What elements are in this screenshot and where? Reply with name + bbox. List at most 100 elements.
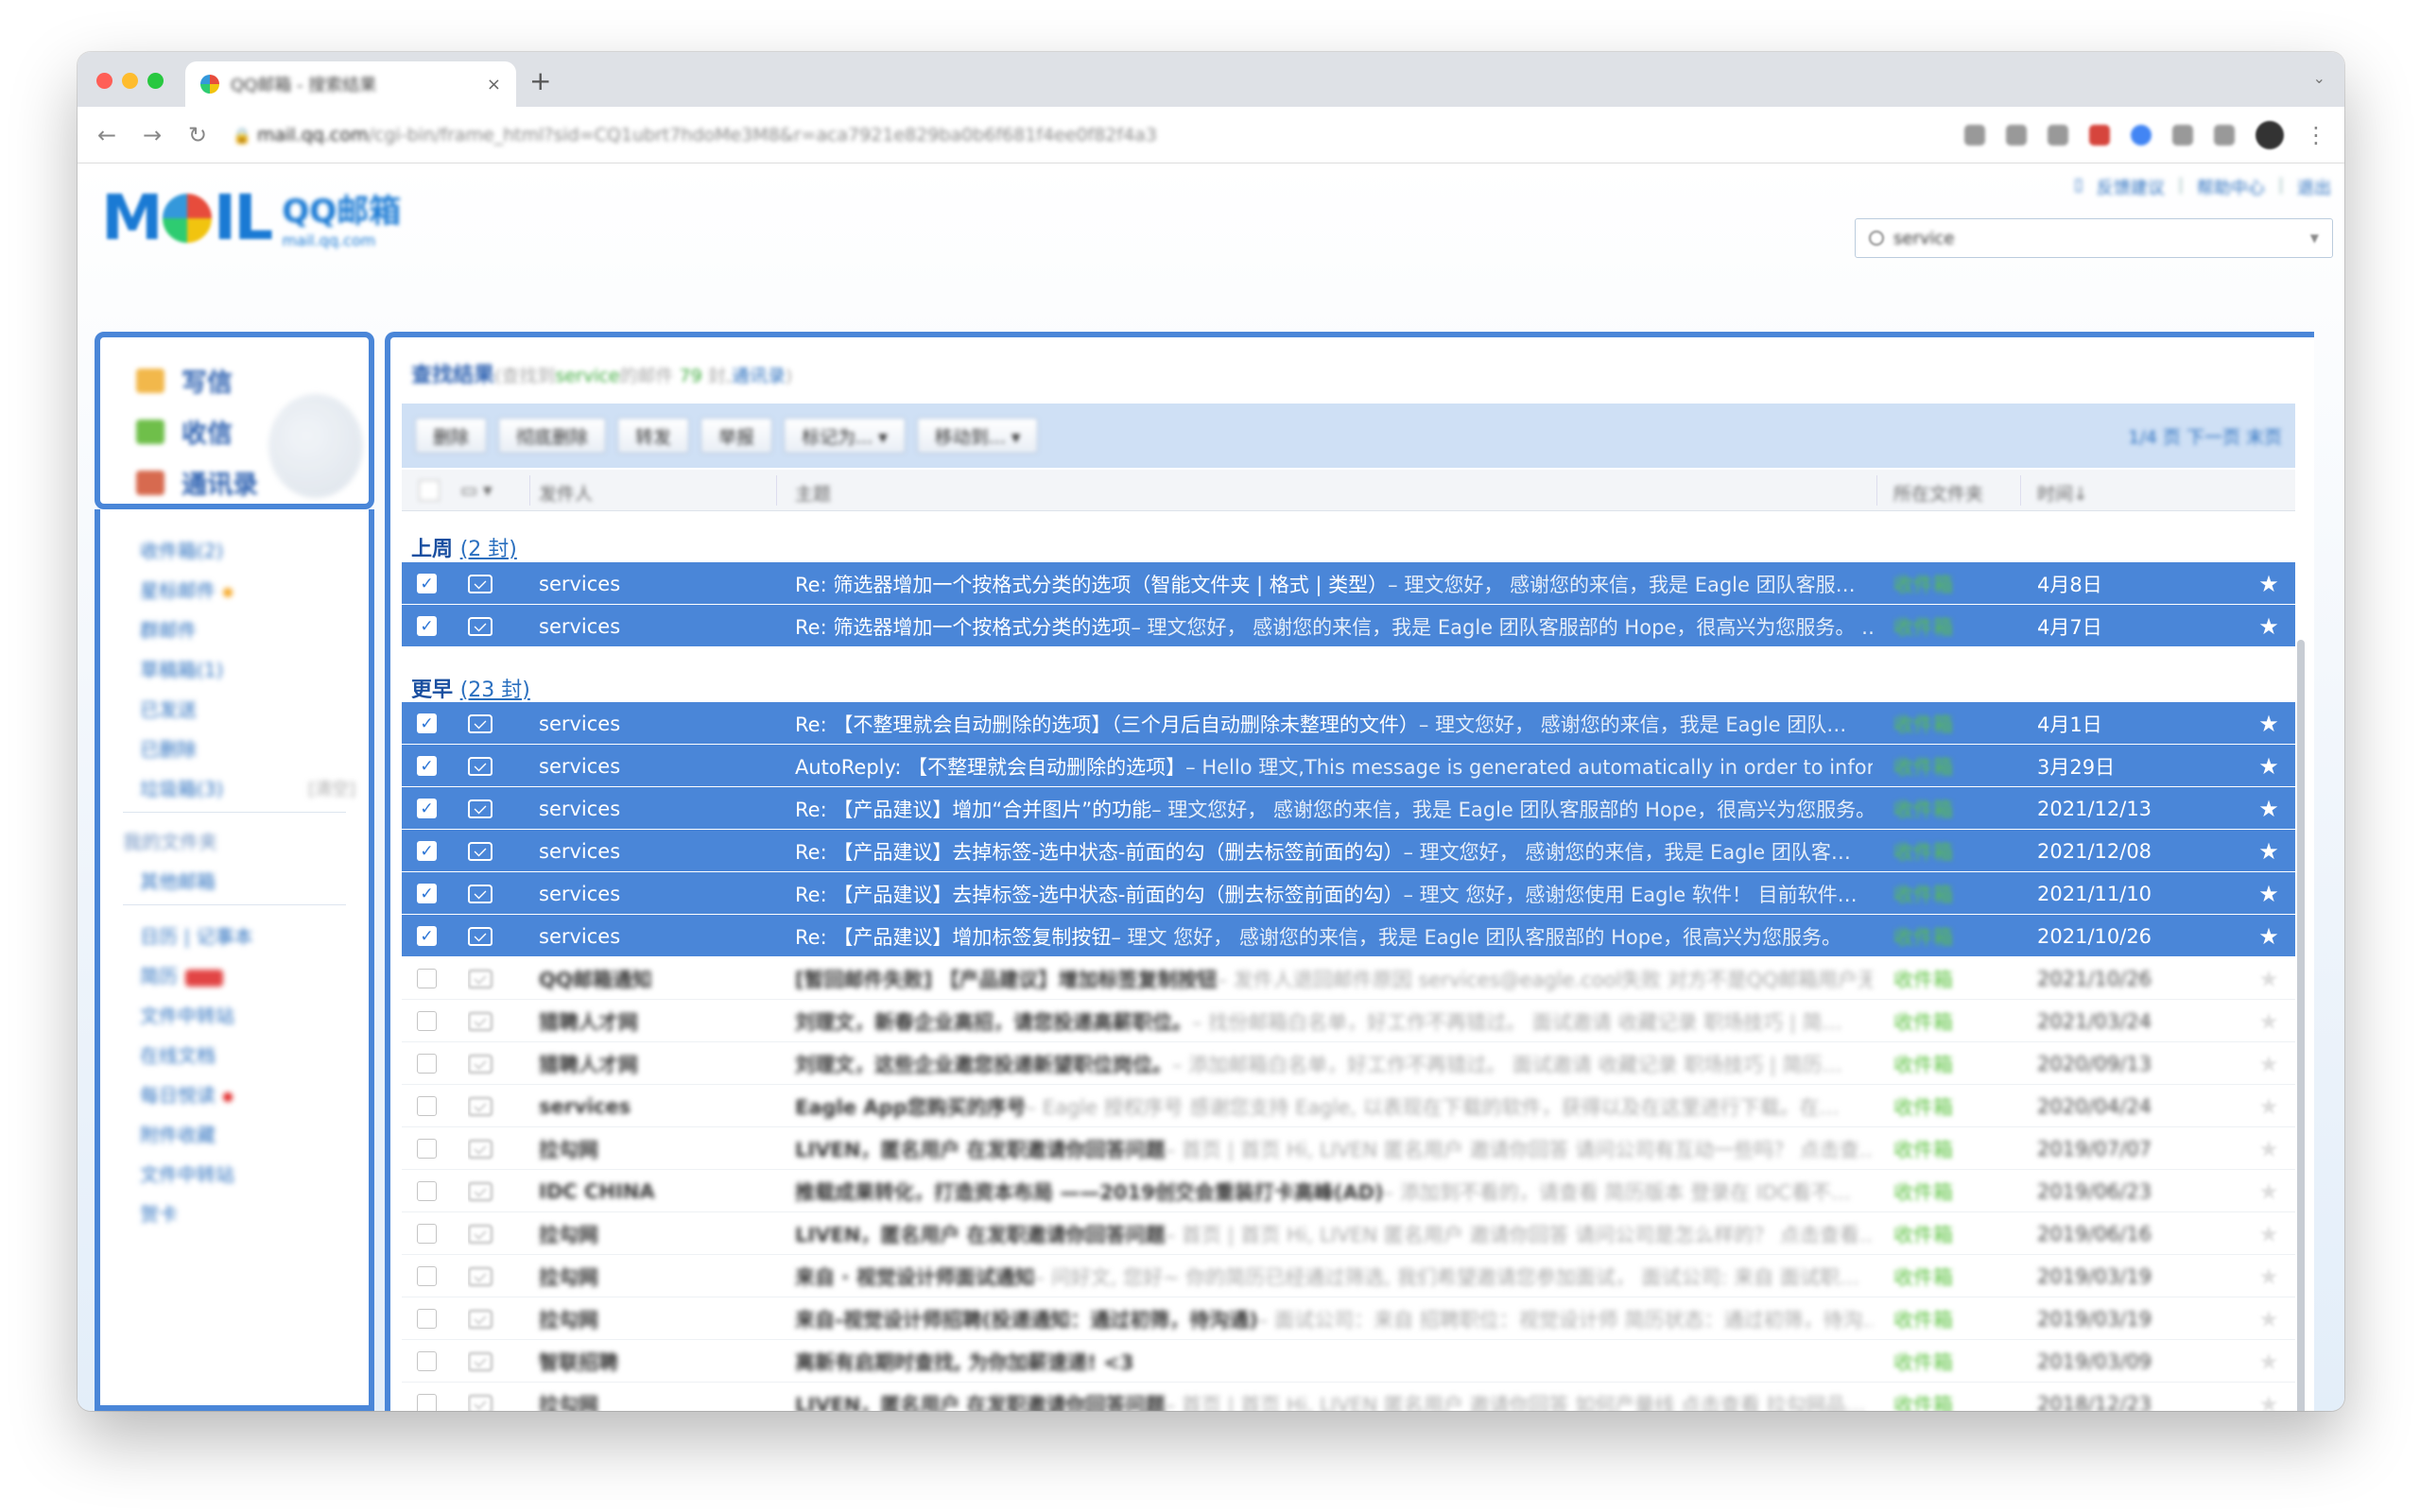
table-row[interactable]: 拉勾网 来自 · 视觉设计师面试通知 – 问好文, 您好~ 你的简历已经通过筛选,…: [402, 1255, 2295, 1297]
sender-cell[interactable]: QQ邮箱通知: [539, 957, 766, 1000]
star-icon[interactable]: ★: [2255, 1085, 2283, 1127]
star-icon[interactable]: ★: [2255, 1000, 2283, 1042]
row-checkbox[interactable]: [417, 1340, 441, 1383]
row-checkbox[interactable]: ✓: [417, 605, 441, 647]
sidebar-item-calendar[interactable]: 日历 | 记事本: [140, 921, 252, 949]
subject-cell[interactable]: 离新有启期时查找, 为你加薪速递! <3: [795, 1340, 1873, 1383]
search-input[interactable]: service ▼: [1855, 218, 2333, 258]
folder-cell[interactable]: 收件箱: [1893, 830, 1988, 872]
folder-cell[interactable]: 收件箱: [1893, 1127, 1988, 1170]
forward-button[interactable]: →: [142, 122, 163, 148]
folder-column-header[interactable]: 所在文件夹: [1893, 480, 1983, 506]
zoom-icon[interactable]: [1964, 124, 1985, 146]
table-row[interactable]: 拉勾网 LIVEN，匿名用户 在发职邀请你回答问题 – 首页 | 首页 Hi, L…: [402, 1383, 2295, 1411]
table-row[interactable]: ✓ services Re: 筛选器增加一个按格式分类的选项（智能文件夹 | 格式 …: [402, 562, 2295, 605]
table-row[interactable]: ✓ services Re: 【产品建议】增加标签复制按钮 – 理文 您好， 感谢您…: [402, 915, 2295, 957]
group-count-link[interactable]: (23 封): [460, 679, 530, 702]
table-row[interactable]: 猎聘人才网 刘理文，这些企业邀您投递新望职位岗位。 – 添加邮箱白名单，好工作不再…: [402, 1042, 2295, 1085]
row-checkbox[interactable]: [417, 1000, 441, 1042]
sidebar-item-resume[interactable]: 简历: [140, 961, 223, 988]
row-checkbox[interactable]: ✓: [417, 872, 441, 915]
folder-cell[interactable]: 收件箱: [1893, 745, 1988, 787]
sidebar-item-inbox[interactable]: 收件箱(2): [140, 536, 223, 563]
sender-cell[interactable]: IDC CHINA: [539, 1170, 766, 1212]
subject-cell[interactable]: LIVEN，匿名用户 在发职邀请你回答问题 – 首页 | 首页 Hi, LIVE…: [795, 1383, 1873, 1412]
help-link[interactable]: 帮助中心: [2197, 175, 2265, 199]
forward-button[interactable]: 转发: [617, 418, 690, 454]
row-checkbox[interactable]: [417, 1127, 441, 1170]
minimize-window-button[interactable]: [122, 73, 138, 89]
folder-cell[interactable]: 收件箱: [1893, 1297, 1988, 1340]
profile-avatar[interactable]: [2256, 120, 2284, 149]
logout-link[interactable]: 退出: [2297, 175, 2331, 199]
sender-cell[interactable]: services: [539, 787, 766, 830]
table-row[interactable]: IDC CHINA 推载成果转化，打造资本布局 ——2019创交会重装打卡高峰(A…: [402, 1170, 2295, 1212]
sender-cell[interactable]: services: [539, 1085, 766, 1127]
subject-cell[interactable]: 来自 · 视觉设计师面试通知 – 问好文, 您好~ 你的简历已经通过筛选, 我们…: [795, 1255, 1873, 1297]
bookmark-star-icon[interactable]: [2048, 124, 2068, 146]
table-row[interactable]: ✓ services Re: 【产品建议】去掉标签-选中状态-前面的勾（删去标签前面…: [402, 830, 2295, 872]
star-icon[interactable]: ★: [2255, 1212, 2283, 1255]
folder-cell[interactable]: 收件箱: [1893, 1085, 1988, 1127]
sidebar-item-drafts[interactable]: 草稿箱(1): [140, 655, 223, 682]
table-row[interactable]: ✓ services Re: 【不整理就会自动删除的选项】（三个月后自动删除未整理的…: [402, 702, 2295, 745]
sender-cell[interactable]: 拉勾网: [539, 1212, 766, 1255]
folder-cell[interactable]: 收件箱: [1893, 957, 1988, 1000]
row-checkbox[interactable]: ✓: [417, 745, 441, 787]
qq-mail-logo[interactable]: M IL QQ邮箱 mail.qq.com: [101, 181, 401, 254]
subject-cell[interactable]: 推载成果转化，打造资本布局 ——2019创交会重装打卡高峰(AD) – 添加到不…: [795, 1170, 1873, 1212]
table-row[interactable]: 猎聘人才网 刘理文，新春企业高招，请您投递高薪职位。 – 找份邮箱白名单，好工作不…: [402, 1000, 2295, 1042]
subject-cell[interactable]: 刘理文，新春企业高招，请您投递高薪职位。 – 找份邮箱白名单，好工作不再错过。 …: [795, 1000, 1873, 1042]
compose-button[interactable]: 写信: [136, 362, 233, 399]
sidebar-item-docs[interactable]: 在线文档: [140, 1040, 216, 1068]
subject-cell[interactable]: LIVEN，匿名用户 在发职邀请你回答问题 – 首页 | 首页 Hi, LIVE…: [795, 1127, 1873, 1170]
close-window-button[interactable]: [96, 73, 112, 89]
row-checkbox[interactable]: [417, 957, 441, 1000]
flags-column-header[interactable]: ▭ ▾: [460, 480, 493, 501]
sender-cell[interactable]: services: [539, 830, 766, 872]
move-to-dropdown[interactable]: 移动到... ▾: [916, 418, 1039, 454]
extensions-puzzle-icon[interactable]: [2172, 124, 2193, 146]
sender-cell[interactable]: services: [539, 745, 766, 787]
pagination[interactable]: 1/4 页 下一页 末页: [2128, 423, 2282, 449]
back-button[interactable]: ←: [96, 122, 117, 148]
contacts-button[interactable]: 通讯录: [136, 464, 258, 501]
receive-button[interactable]: 收信: [136, 413, 233, 450]
table-row[interactable]: 拉勾网 LIVEN，匿名用户 在发职邀请你回答问题 – 首页 | 首页 Hi, L…: [402, 1212, 2295, 1255]
table-row[interactable]: QQ邮箱通知 [暂回邮件失败] 【产品建议】增加标签复制按钮 – 发件人退回邮件原…: [402, 957, 2295, 1000]
star-icon[interactable]: ★: [2255, 702, 2283, 745]
new-tab-button[interactable]: +: [529, 65, 551, 96]
star-icon[interactable]: ★: [2255, 1127, 2283, 1170]
browser-menu-icon[interactable]: ⋮: [2305, 122, 2327, 148]
sender-cell[interactable]: services: [539, 605, 766, 647]
folder-cell[interactable]: 收件箱: [1893, 1042, 1988, 1085]
subject-column-header[interactable]: 主题: [795, 480, 831, 506]
star-icon[interactable]: ★: [2255, 957, 2283, 1000]
table-row[interactable]: ✓ services Re: 筛选器增加一个按格式分类的选项 – 理文您好， 感谢您…: [402, 605, 2295, 647]
reload-button[interactable]: ↻: [187, 122, 208, 148]
folder-cell[interactable]: 收件箱: [1893, 787, 1988, 830]
subject-cell[interactable]: Re: 筛选器增加一个按格式分类的选项（智能文件夹 | 格式 | 类型） – 理…: [795, 562, 1873, 605]
folder-cell[interactable]: 收件箱: [1893, 605, 1988, 647]
subject-cell[interactable]: 来自-视觉设计师招聘(投递通知：通过初筛，待沟通) – 面试公司：来自 招聘职位…: [795, 1297, 1873, 1340]
row-checkbox[interactable]: [417, 1255, 441, 1297]
folder-cell[interactable]: 收件箱: [1893, 1340, 1988, 1383]
table-row[interactable]: 拉勾网 来自-视觉设计师招聘(投递通知：通过初筛，待沟通) – 面试公司：来自 招…: [402, 1297, 2295, 1340]
table-row[interactable]: services Eagle App您购买的序号 – Eagle 授权序号 感谢您…: [402, 1085, 2295, 1127]
folder-cell[interactable]: 收件箱: [1893, 1170, 1988, 1212]
table-row[interactable]: ✓ services AutoReply: 【不整理就会自动删除的选项】 – Hel…: [402, 745, 2295, 787]
browser-tab[interactable]: QQ邮箱 - 搜索结果 ×: [185, 61, 516, 107]
row-checkbox[interactable]: ✓: [417, 702, 441, 745]
close-tab-icon[interactable]: ×: [487, 75, 501, 94]
maximize-window-button[interactable]: [147, 73, 164, 89]
subject-cell[interactable]: AutoReply: 【不整理就会自动删除的选项】 – Hello 理文,Thi…: [795, 745, 1873, 787]
row-checkbox[interactable]: ✓: [417, 787, 441, 830]
report-button[interactable]: 举报: [700, 418, 773, 454]
folder-cell[interactable]: 收件箱: [1893, 1383, 1988, 1412]
extension-icon[interactable]: [2089, 124, 2110, 146]
star-icon[interactable]: ★: [2255, 787, 2283, 830]
star-icon[interactable]: ★: [2255, 1383, 2283, 1412]
empty-spam-link[interactable]: [清空]: [308, 776, 355, 800]
sidebar-item-file-transfer[interactable]: 文件中转站: [140, 1001, 234, 1028]
subject-cell[interactable]: LIVEN，匿名用户 在发职邀请你回答问题 – 首页 | 首页 Hi, LIVE…: [795, 1212, 1873, 1255]
